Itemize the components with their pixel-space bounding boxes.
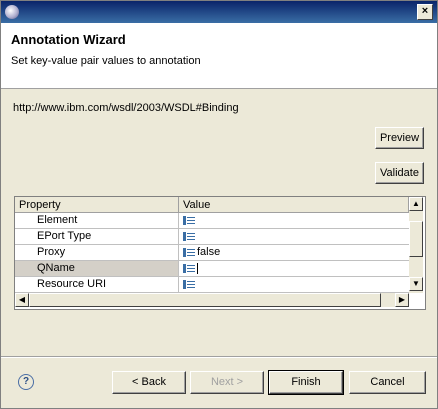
value-cell[interactable]: false	[179, 245, 409, 261]
value-editor-icon	[183, 263, 195, 273]
value-cell[interactable]	[179, 261, 409, 277]
column-header-value[interactable]: Value	[179, 197, 409, 213]
table-row[interactable]: Element	[15, 213, 409, 229]
value-cell[interactable]	[179, 277, 409, 293]
preview-button[interactable]: Preview	[375, 127, 424, 149]
scroll-up-arrow-icon[interactable]: ▲	[409, 197, 423, 211]
property-cell: Resource URI	[15, 277, 179, 293]
next-button[interactable]: Next >	[190, 371, 264, 394]
namespace-url-label: http://www.ibm.com/wsdl/2003/WSDL#Bindin…	[13, 102, 239, 114]
value-editor-icon	[183, 231, 195, 241]
close-button[interactable]: ×	[417, 4, 433, 20]
value-editor-icon	[183, 215, 195, 225]
value-editor-icon	[183, 279, 195, 289]
help-icon[interactable]: ?	[18, 374, 34, 390]
vertical-scrollbar[interactable]: ▲ ▼	[409, 197, 423, 293]
vertical-scroll-thumb[interactable]	[409, 221, 423, 257]
text-cursor	[197, 262, 198, 274]
finish-button[interactable]: Finish	[268, 370, 344, 395]
eclipse-icon	[5, 5, 19, 19]
value-cell[interactable]	[179, 213, 409, 229]
scroll-right-arrow-icon[interactable]: ▶	[395, 293, 409, 307]
title-bar[interactable]: ×	[1, 1, 437, 23]
property-cell: QName	[15, 261, 179, 277]
value-text: false	[197, 246, 221, 258]
table-row[interactable]: Proxy false	[15, 245, 409, 261]
cancel-button[interactable]: Cancel	[349, 371, 426, 394]
property-table: Property Value Element EPort Type Proxy …	[14, 196, 426, 310]
wizard-title: Annotation Wizard	[11, 32, 126, 47]
table-row[interactable]: QName	[15, 261, 409, 277]
annotation-wizard-dialog: × Annotation Wizard Set key-value pair v…	[0, 0, 438, 409]
preview-label: Preview	[379, 132, 420, 144]
horizontal-scrollbar[interactable]: ◀ ▶	[15, 293, 409, 307]
validate-label: Validate	[380, 167, 419, 179]
scroll-down-arrow-icon[interactable]: ▼	[409, 277, 423, 291]
property-cell: EPort Type	[15, 229, 179, 245]
column-header-property[interactable]: Property	[15, 197, 179, 213]
value-cell[interactable]	[179, 229, 409, 245]
validate-button[interactable]: Validate	[375, 162, 424, 184]
back-button[interactable]: < Back	[112, 371, 186, 394]
property-cell: Proxy	[15, 245, 179, 261]
horizontal-scroll-thumb[interactable]	[29, 293, 381, 307]
table-row[interactable]: EPort Type	[15, 229, 409, 245]
value-editor-icon	[183, 247, 195, 257]
scroll-left-arrow-icon[interactable]: ◀	[15, 293, 29, 307]
property-cell: Element	[15, 213, 179, 229]
wizard-description: Set key-value pair values to annotation	[11, 55, 201, 67]
table-row[interactable]: Resource URI	[15, 277, 409, 293]
wizard-header: Annotation Wizard Set key-value pair val…	[1, 23, 437, 89]
footer-separator	[1, 356, 437, 358]
